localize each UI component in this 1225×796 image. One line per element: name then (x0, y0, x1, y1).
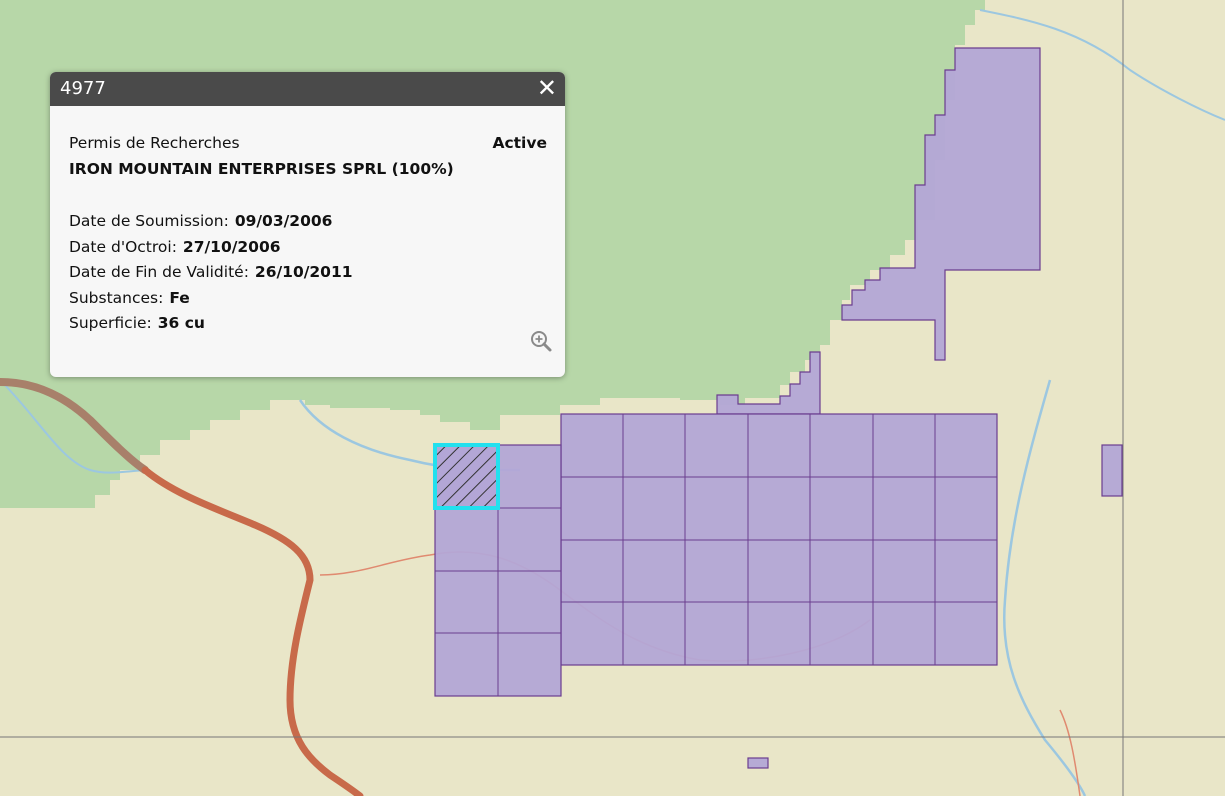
field-submission-date: Date de Soumission: 09/03/2006 (69, 212, 547, 238)
holder-name: IRON MOUNTAIN ENTERPRISES SPRL (100%) (69, 160, 454, 178)
field-value: 09/03/2006 (234, 212, 333, 230)
popup-header: 4977 ✕ (50, 72, 565, 106)
permit-parcel-east[interactable] (1101, 444, 1123, 497)
close-icon[interactable]: ✕ (537, 75, 557, 101)
permit-type-row: Permis de Recherches Active (69, 134, 547, 160)
field-value: 36 cu (157, 314, 205, 332)
field-grant-date: Date d'Octroi: 27/10/2006 (69, 238, 547, 264)
field-label: Superficie: (69, 314, 152, 332)
field-value: 26/10/2011 (254, 263, 353, 281)
status-badge: Active (492, 134, 547, 152)
field-label: Date de Fin de Validité: (69, 263, 249, 281)
field-substances: Substances: Fe (69, 289, 547, 315)
selected-cell[interactable] (433, 443, 500, 510)
field-value: Fe (169, 288, 190, 307)
field-value: 27/10/2006 (182, 237, 281, 256)
field-label: Date de Soumission: (69, 212, 229, 230)
field-label: Date d'Octroi: (69, 237, 177, 256)
zoom-in-icon[interactable] (529, 329, 553, 353)
field-area: Superficie: 36 cu (69, 314, 547, 340)
field-label: Substances: (69, 288, 164, 307)
permit-type: Permis de Recherches (69, 134, 240, 152)
field-expiry-date: Date de Fin de Validité: 26/10/2011 (69, 263, 547, 289)
permit-parcel-south[interactable] (747, 757, 769, 769)
info-popup: 4977 ✕ Permis de Recherches Active IRON … (50, 72, 565, 377)
popup-title: 4977 (60, 78, 106, 99)
popup-body: Permis de Recherches Active IRON MOUNTAI… (69, 134, 547, 340)
